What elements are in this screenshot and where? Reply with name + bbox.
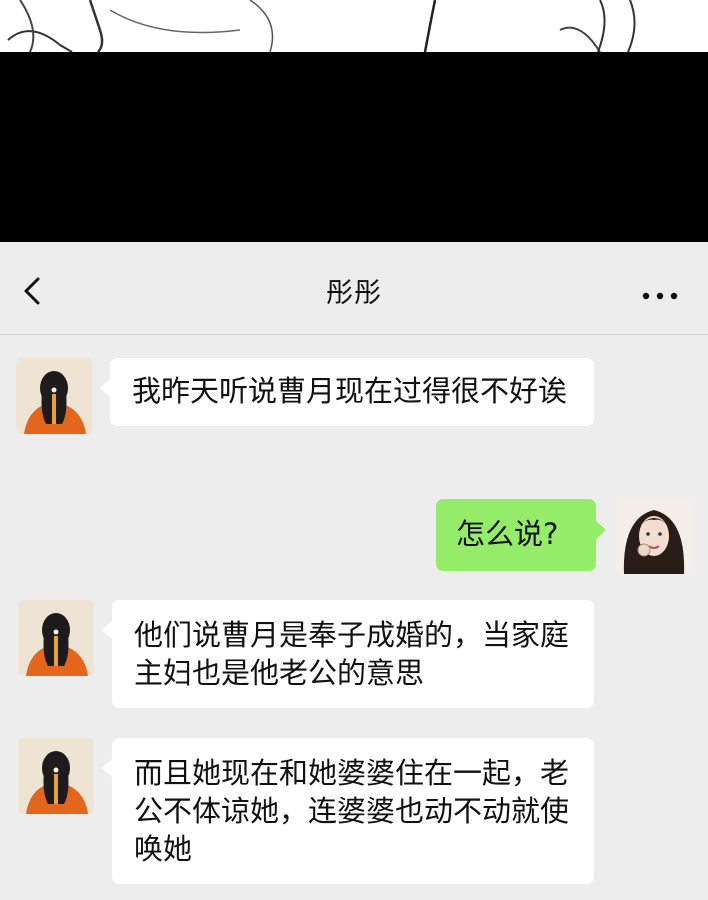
- more-dots-icon: [642, 292, 678, 300]
- chevron-left-icon: [24, 277, 40, 305]
- bubble-tail: [102, 759, 112, 777]
- message-text: 他们说曹月是奉子成婚的，当家庭主妇也是他老公的意思: [134, 618, 570, 690]
- contact-avatar[interactable]: [18, 738, 94, 814]
- my-avatar[interactable]: [616, 498, 692, 574]
- message-bubble[interactable]: 我昨天听说曹月现在过得很不好诶: [110, 358, 594, 426]
- more-button[interactable]: [640, 286, 680, 306]
- censor-bar: [0, 52, 708, 242]
- bubble-tail: [596, 521, 606, 539]
- bubble-tail: [102, 621, 112, 639]
- sketch-lines: [7, 0, 636, 52]
- bubble-tail: [100, 379, 110, 397]
- contact-avatar-image: [16, 358, 92, 434]
- chat-navbar: 彤彤: [0, 242, 708, 335]
- message-text: 而且她现在和她婆婆住在一起，老公不体谅她，连婆婆也动不动就使唤她: [134, 756, 570, 866]
- message-text: 我昨天听说曹月现在过得很不好诶: [132, 374, 568, 408]
- contact-avatar[interactable]: [16, 358, 92, 434]
- chat-title: 彤彤: [326, 278, 382, 309]
- message-bubble-outgoing[interactable]: 怎么说?: [436, 499, 596, 571]
- message-text: 怎么说?: [456, 517, 559, 551]
- message-bubble[interactable]: 他们说曹月是奉子成婚的，当家庭主妇也是他老公的意思: [112, 600, 594, 708]
- back-button[interactable]: [18, 276, 48, 306]
- my-avatar-image: [616, 498, 692, 574]
- contact-avatar-image: [18, 600, 94, 676]
- chat-window: 彤彤 我昨天听说曹月现在过得很不好诶 怎么说? 他们说曹月是奉子成婚的，当家庭主…: [0, 242, 708, 900]
- contact-avatar[interactable]: [18, 600, 94, 676]
- comic-sketch-panel: [0, 0, 708, 52]
- message-bubble[interactable]: 而且她现在和她婆婆住在一起，老公不体谅她，连婆婆也动不动就使唤她: [112, 738, 594, 884]
- contact-avatar-image: [18, 738, 94, 814]
